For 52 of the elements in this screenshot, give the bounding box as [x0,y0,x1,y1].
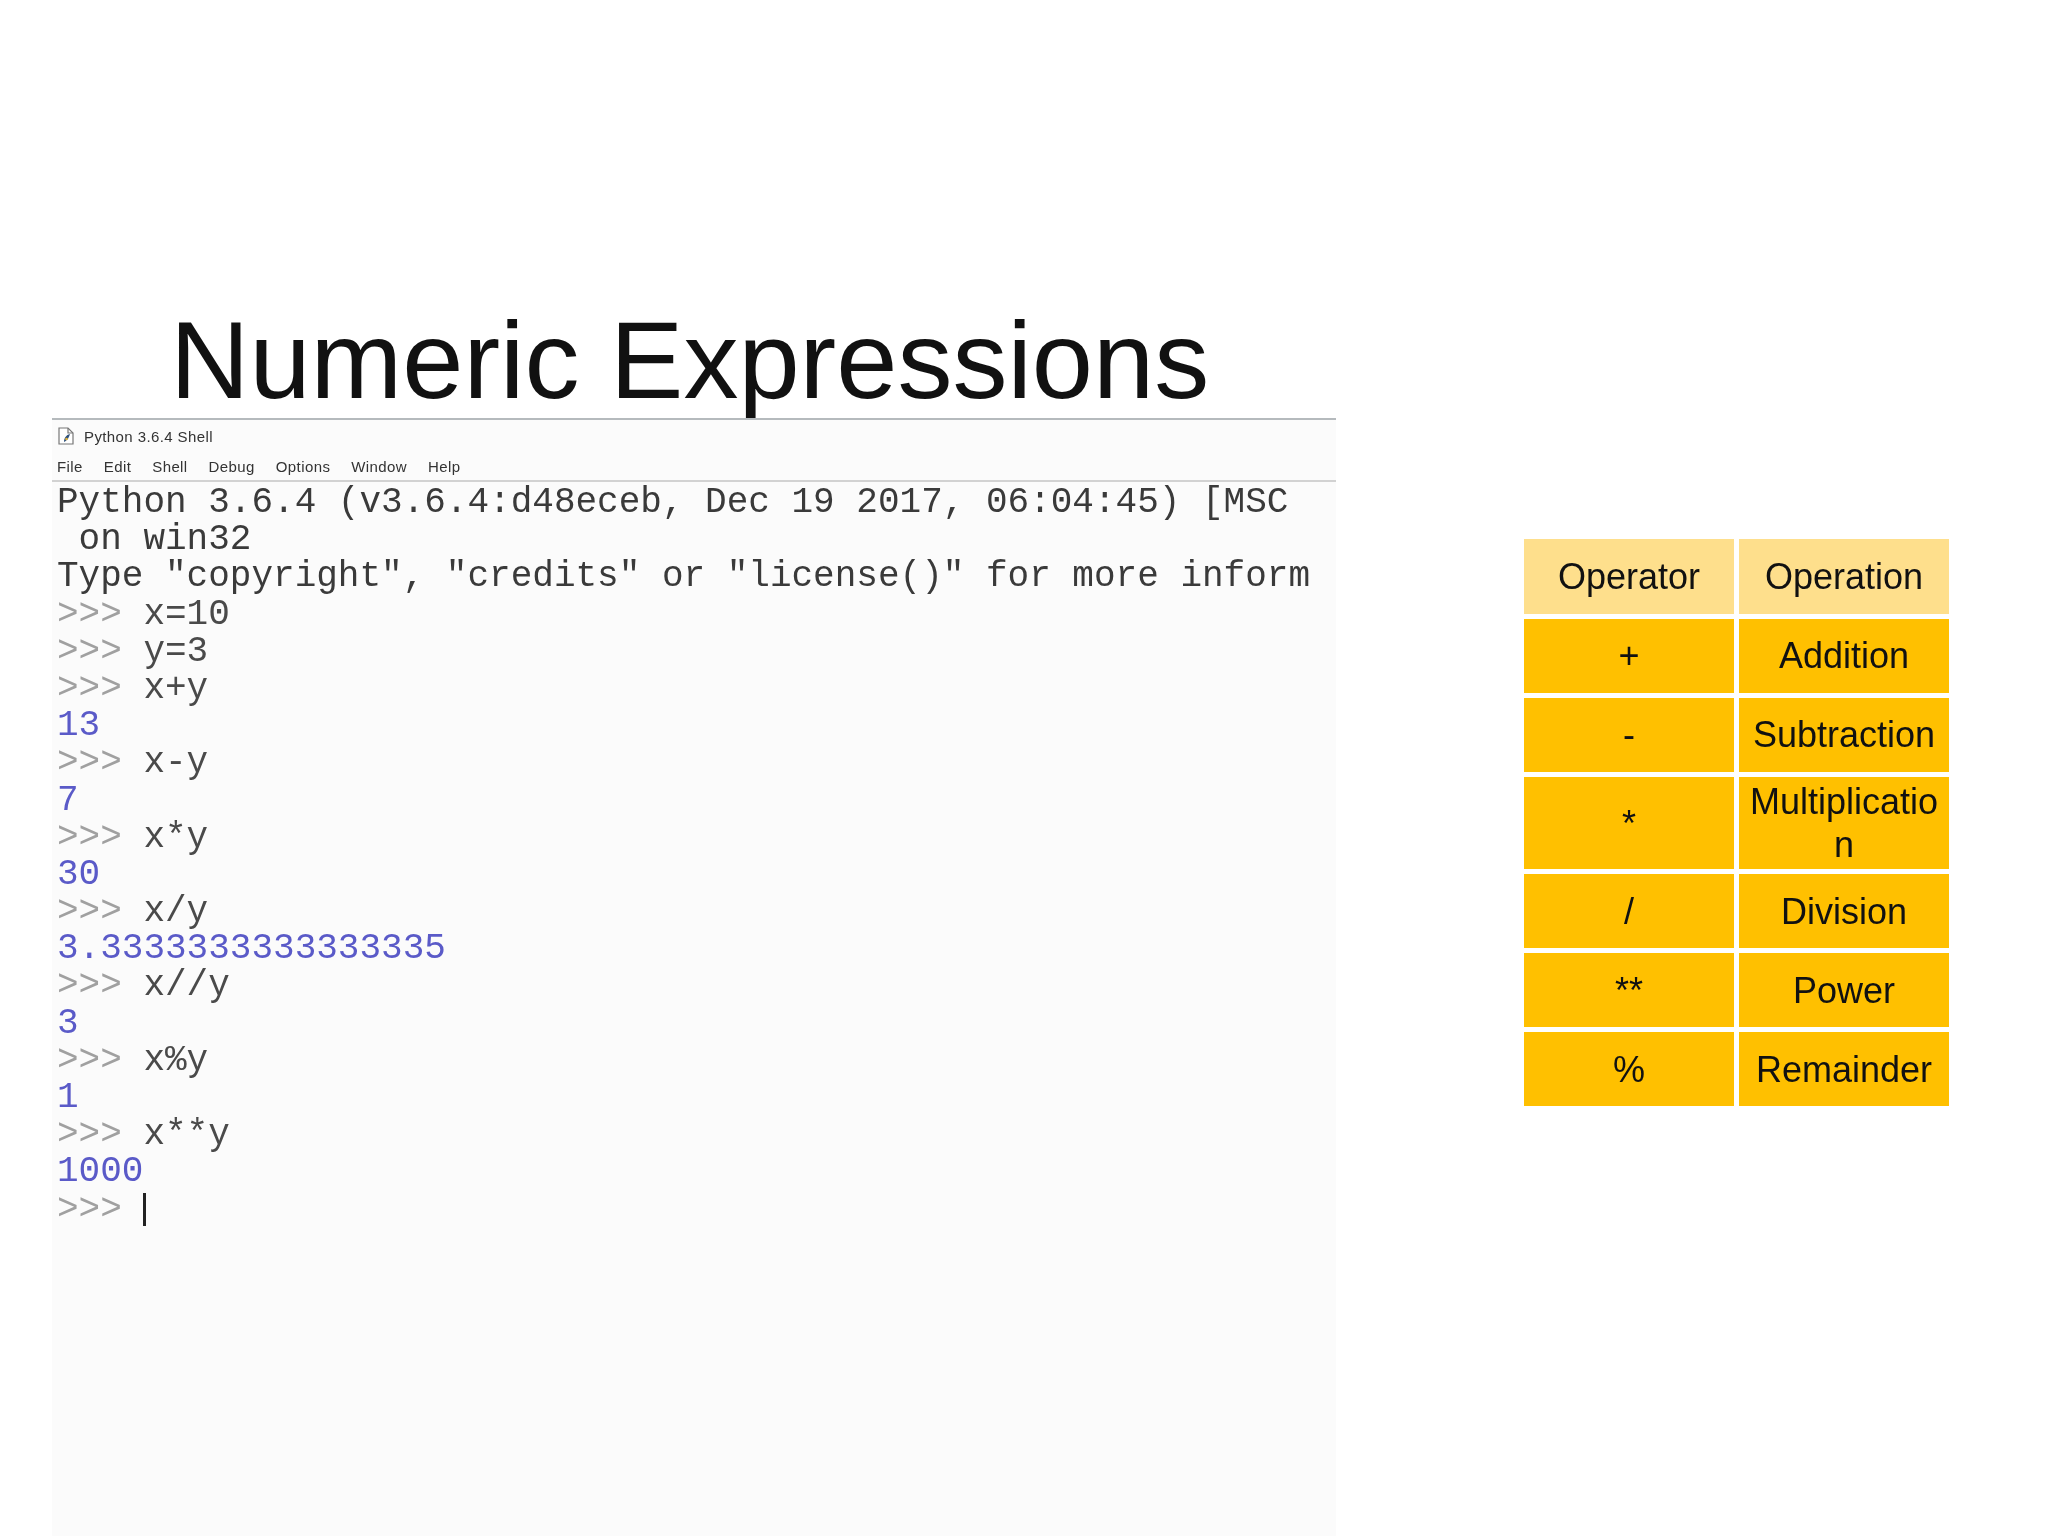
console-output: 7 [57,781,79,819]
console-text: on win32 [78,521,252,559]
console-output: 13 [57,707,101,745]
table-cell: * [1524,777,1734,870]
menu-item[interactable]: Options [274,457,332,475]
console-text: Type "copyright", "credits" or "license()" for more inform [57,558,1310,596]
console-prompt: >>> [57,669,122,708]
console-prompt: >>> [57,818,122,856]
console-output: 1000 [57,1153,144,1191]
table-cell: Remainder [1739,1032,1949,1107]
table-cell: Addition [1739,619,1949,693]
table-header: Operator [1524,539,1734,614]
code-text: x=10 [143,595,230,633]
code-text: x//y [143,967,230,1005]
console-output: 30 [57,855,101,894]
document-icon [58,427,74,445]
code-text: x/y [143,893,209,931]
console-text: Python 3.6.4 (v3.6.4:d48eceb, Dec 19 2017, 06:04:45) [MSC [57,484,1289,522]
console-prompt: >>> [57,1041,122,1079]
code-text: x**y [143,1116,230,1154]
menu-item[interactable]: Debug [207,457,256,475]
table-cell: % [1524,1032,1734,1107]
console-prompt: >>> [57,1116,122,1154]
table-cell: - [1524,698,1734,772]
code-text: x%y [143,1041,209,1079]
code-text: y=3 [143,632,209,670]
table-cell: Power [1739,953,1949,1028]
table-cell: / [1524,874,1734,949]
console-prompt: >>> [57,744,122,782]
menu-item[interactable]: Window [350,457,409,475]
window-title: Python 3.6.4 Shell [84,427,213,445]
menu-item[interactable]: Edit [102,457,133,475]
table-cell: Division [1739,874,1949,949]
menu-item[interactable]: Help [427,457,462,475]
code-text: x-y [143,744,209,782]
menu-item[interactable]: File [56,457,84,475]
code-text: x+y [143,669,209,708]
table-cell: Subtraction [1739,698,1949,772]
console-output: 3.3333333333333335 [57,930,446,968]
console-output: 3 [57,1004,79,1042]
table-cell: ** [1524,953,1734,1028]
table-header: Operation [1739,539,1949,614]
console-prompt: >>> [57,632,122,670]
console-output: 1 [57,1079,79,1117]
code-text: x*y [143,818,209,856]
table-cell: + [1524,619,1734,693]
console-prompt: >>> [57,1190,122,1228]
table-cell: Multiplication [1739,777,1949,870]
menu-item[interactable]: Shell [151,457,189,475]
console-prompt: >>> [57,967,122,1005]
console-prompt: >>> [57,893,122,931]
console-prompt: >>> [57,595,122,633]
